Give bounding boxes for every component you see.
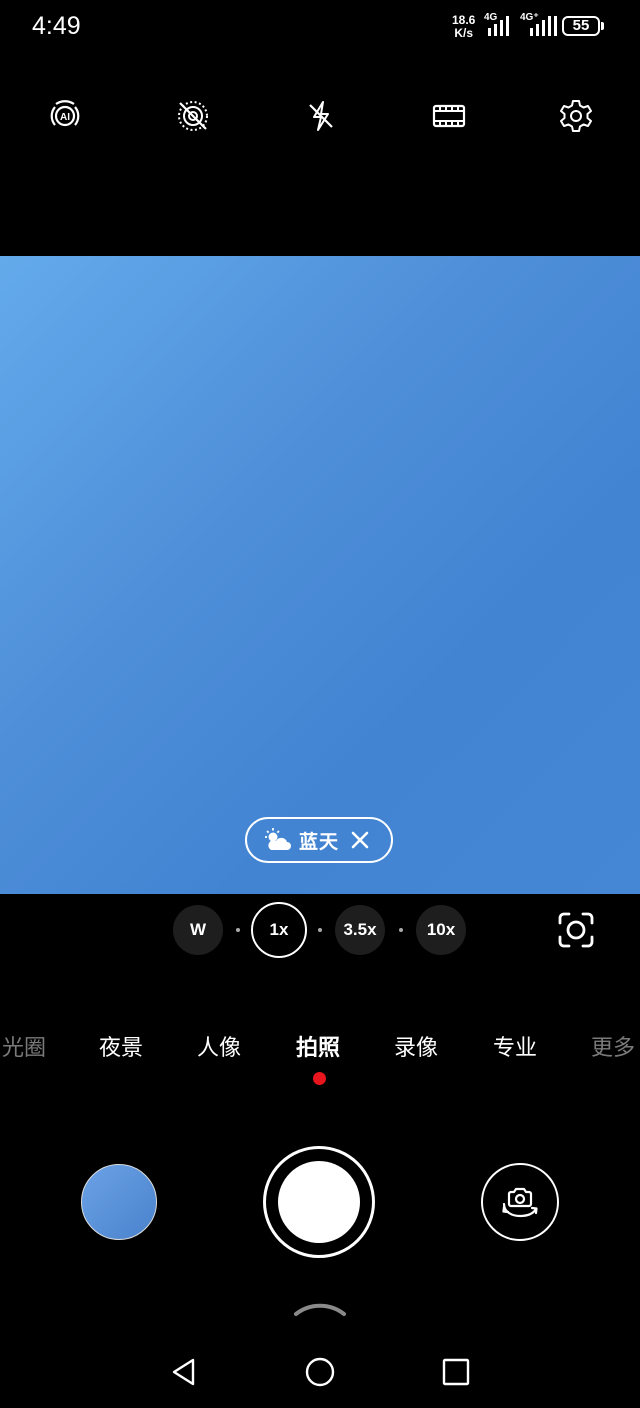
partly-cloudy-icon <box>265 828 291 850</box>
battery-icon: 55 <box>562 16 600 36</box>
camera-top-toolbar: AI <box>0 94 640 138</box>
flash-off-icon <box>309 101 333 131</box>
chevron-up-icon <box>294 1303 346 1316</box>
home-circle-icon <box>305 1357 335 1387</box>
system-navigation-bar <box>0 1344 640 1400</box>
battery-tip <box>601 22 604 30</box>
mode-pro[interactable]: 专业 <box>493 1030 537 1062</box>
ai-scene-button[interactable]: AI <box>43 94 87 138</box>
camera-viewfinder[interactable]: 蓝天 <box>0 256 640 894</box>
zoom-wide-button[interactable]: W <box>173 905 223 955</box>
svg-text:AI: AI <box>60 112 70 123</box>
focus-frame-icon <box>558 912 594 948</box>
back-triangle-icon <box>172 1358 195 1386</box>
flash-toggle[interactable] <box>299 94 343 138</box>
zoom-3-5x-button[interactable]: 3.5x <box>335 905 385 955</box>
nav-recents-button[interactable] <box>428 1344 484 1400</box>
zoom-1x-button[interactable]: 1x <box>251 902 307 958</box>
mode-carousel: 光圈 夜景 人像 拍照 录像 专业 更多 <box>0 1030 640 1064</box>
active-mode-indicator <box>313 1072 326 1085</box>
zoom-separator-dot <box>399 928 403 932</box>
status-bar: 4:49 18.6 K/s 4G 4G⁺ 55 <box>0 0 640 56</box>
mode-night[interactable]: 夜景 <box>99 1030 143 1062</box>
shutter-button[interactable] <box>263 1146 375 1258</box>
settings-button[interactable] <box>554 94 598 138</box>
zoom-separator-dot <box>318 928 322 932</box>
scene-label: 蓝天 <box>299 830 340 853</box>
close-icon[interactable] <box>351 831 369 849</box>
nav-back-button[interactable] <box>156 1344 212 1400</box>
focus-lens-button[interactable] <box>556 910 596 950</box>
gallery-thumbnail[interactable] <box>81 1164 157 1240</box>
camera-flip-icon <box>502 1187 538 1218</box>
mode-photo[interactable]: 拍照 <box>296 1030 340 1062</box>
aspect-ratio-icon <box>432 104 466 128</box>
mode-aperture[interactable]: 光圈 <box>2 1030 46 1062</box>
status-time: 4:49 <box>32 12 81 40</box>
nav-home-button[interactable] <box>292 1344 348 1400</box>
shutter-inner <box>278 1161 360 1243</box>
live-photo-toggle[interactable] <box>171 94 215 138</box>
mode-portrait[interactable]: 人像 <box>197 1030 241 1062</box>
sim1-signal-icon <box>488 16 509 36</box>
mode-more[interactable]: 更多 <box>591 1030 635 1062</box>
sim2-signal-icon <box>530 16 557 36</box>
zoom-10x-button[interactable]: 10x <box>416 905 466 955</box>
network-speed: 18.6 K/s <box>452 14 475 40</box>
scene-detection-chip[interactable]: 蓝天 <box>245 817 393 863</box>
settings-icon <box>560 100 592 132</box>
recents-square-icon <box>442 1358 470 1386</box>
expand-panel-handle[interactable] <box>292 1298 348 1318</box>
aspect-ratio-button[interactable] <box>427 94 471 138</box>
switch-camera-button[interactable] <box>481 1163 559 1241</box>
mode-video[interactable]: 录像 <box>394 1030 438 1062</box>
zoom-selector: W 1x 3.5x 10x <box>0 902 640 958</box>
live-photo-off-icon <box>178 101 208 131</box>
ai-scene-icon: AI <box>50 100 80 127</box>
zoom-separator-dot <box>236 928 240 932</box>
battery-level: 55 <box>572 17 590 34</box>
network-speed-unit: K/s <box>454 26 474 40</box>
